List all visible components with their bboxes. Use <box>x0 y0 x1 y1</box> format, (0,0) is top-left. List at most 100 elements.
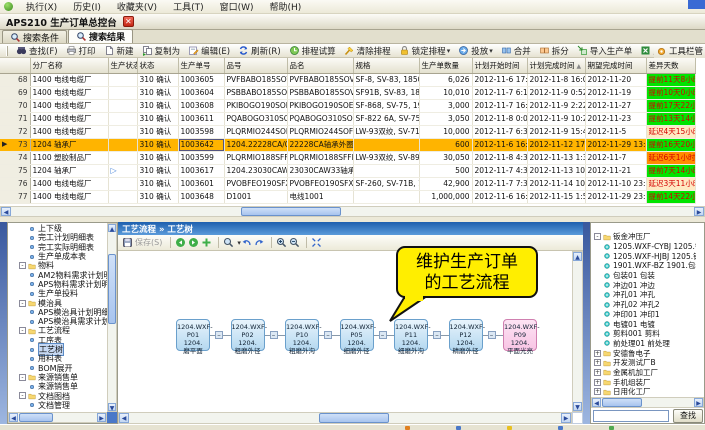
column-header[interactable]: 分厂名称 <box>30 58 108 73</box>
cell-item-name[interactable]: PVFBABO185SOVWT4101 <box>287 73 353 86</box>
cell-factory[interactable]: 1400 电线电缆厂 <box>30 86 108 99</box>
cell-status[interactable]: 310 确认 <box>137 73 178 86</box>
cell-order-no[interactable]: 1003605 <box>178 73 224 86</box>
cell-plan-start[interactable]: 2012-11-6 17:39 <box>472 73 527 86</box>
cell-plan-finish[interactable]: 2012-11-9 15:43 <box>527 125 585 138</box>
toolbar-clear-schedule-button[interactable]: 清除排程 <box>340 45 395 57</box>
cell-plan-finish[interactable]: 2012-11-9 2:22 <box>527 99 585 112</box>
cell-plan-finish[interactable]: 2012-11-14 10:51 <box>527 177 585 190</box>
report-tree-item-3[interactable]: 生产单成本表 <box>8 252 107 261</box>
cell-plan-start[interactable]: 2012-11-7 7:32 <box>472 177 527 190</box>
right-splitter-bar[interactable] <box>583 222 590 424</box>
cell-item-name[interactable]: PLQRMIO188SFFNO1202 <box>287 151 353 164</box>
cell-item-no[interactable]: PLQRMIO244SOFN94502 <box>224 125 287 138</box>
cell-plan-finish[interactable]: 2012-11-8 16:06 <box>527 73 585 86</box>
collapse-icon[interactable]: - <box>19 374 26 381</box>
cell-plan-start[interactable]: 2012-11-7 4:32 <box>472 164 527 177</box>
process-node-1[interactable]: 1204.WXF-P01 1204.磨平面 <box>176 319 210 351</box>
column-header[interactable]: 期望完成时间 <box>585 58 646 73</box>
cell-plan-start[interactable]: 2012-11-6 16:31 <box>472 138 527 151</box>
left-splitter-bar[interactable] <box>0 222 7 424</box>
scroll-right-icon[interactable]: ▶ <box>694 207 704 216</box>
column-header[interactable]: 品号 <box>224 58 287 73</box>
grid-hscroll-thumb[interactable] <box>241 207 341 216</box>
connector-minus-icon[interactable]: – <box>488 331 496 339</box>
column-header[interactable] <box>0 58 30 73</box>
cell-item-name[interactable]: PSBBABO185SOVWO1201 <box>287 86 353 99</box>
cell-status[interactable]: 310 确认 <box>137 151 178 164</box>
cell-expect-finish[interactable]: 2012-11-19 <box>585 86 646 99</box>
cell-factory[interactable]: 1204 轴承厂 <box>30 138 108 151</box>
cell-qty[interactable]: 500 <box>419 164 472 177</box>
cell-factory[interactable]: 1400 电线电缆厂 <box>30 99 108 112</box>
cell-plan-start[interactable]: 2012-11-6 16:31 <box>472 190 527 203</box>
factory-search-button[interactable]: 查找 <box>673 409 703 423</box>
cell-order-no[interactable]: 1003617 <box>178 164 224 177</box>
cell-qty[interactable]: 3,050 <box>419 112 472 125</box>
cell-status[interactable]: 310 确认 <box>137 190 178 203</box>
cell-status[interactable]: 310 确认 <box>137 99 178 112</box>
cell-item-no[interactable]: PVOBFEO190SFXNO1202 <box>224 177 287 190</box>
cell-order-no[interactable]: 1003598 <box>178 125 224 138</box>
table-row[interactable]: 771400 电线电缆厂310 确认1003648D1001电线10011,00… <box>0 190 695 203</box>
canvas-vscrollbar[interactable]: ▲ ▼ <box>572 251 583 412</box>
toolbar-import-order-button[interactable]: 导入生产单 <box>573 45 637 57</box>
cell-qty[interactable]: 30,050 <box>419 151 472 164</box>
collapse-icon[interactable]: - <box>19 327 26 334</box>
table-row[interactable]: 711400 电线电缆厂310 确认1003611PQABOGO310SOENO… <box>0 112 695 125</box>
collapse-icon[interactable]: - <box>594 233 601 240</box>
cell-status[interactable]: 310 确认 <box>137 112 178 125</box>
scroll-left-icon[interactable]: ◀ <box>1 207 11 216</box>
redo-icon[interactable] <box>254 237 265 248</box>
cell-order-no[interactable]: 1003642 <box>178 138 224 151</box>
cell-status[interactable]: 310 确认 <box>137 164 178 177</box>
scroll-left-icon[interactable]: ◀ <box>9 413 18 422</box>
column-header[interactable]: 生产状态 <box>108 58 137 73</box>
toolbar-schedule-calc-button[interactable]: 排程试算 <box>285 45 340 57</box>
collapse-icon[interactable]: - <box>19 262 26 269</box>
cell-plan-start[interactable]: 2012-11-7 6:36 <box>472 125 527 138</box>
cell-item-no[interactable]: D1001 <box>224 190 287 203</box>
cell-expect-finish[interactable]: 2012-11-7 <box>585 151 646 164</box>
add-node-icon[interactable] <box>201 237 212 248</box>
cell-qty[interactable]: 6,026 <box>419 73 472 86</box>
cell-diff-days[interactable]: 提前7天14小时 <box>646 164 695 177</box>
scroll-right-icon[interactable]: ▶ <box>561 413 571 423</box>
cell-plan-finish[interactable]: 2012-11-9 10:29 <box>527 112 585 125</box>
cell-order-no[interactable]: 1003599 <box>178 151 224 164</box>
save-button[interactable]: 保存(S) <box>135 237 162 248</box>
cell-spec[interactable]: SF-822 6A, SV-75, ... <box>353 112 419 125</box>
tab-search-criteria[interactable]: 搜索条件 <box>2 30 67 43</box>
fit-view-icon[interactable] <box>311 237 322 248</box>
factory-tree-hscroll-thumb[interactable] <box>602 398 642 407</box>
toolbar-printer-button[interactable]: 打印 <box>62 45 100 57</box>
toolbar-binoculars-button[interactable]: 查找(F) <box>12 45 62 57</box>
cell-diff-days[interactable]: 提前10天0小时 <box>646 86 695 99</box>
cell-item-no[interactable]: 1204.22228CA/01 <box>224 138 287 151</box>
cell-qty[interactable]: 10,000 <box>419 125 472 138</box>
table-row[interactable]: 741100 塑胶制品厂310 确认1003599PLQRMIO188SFFNO… <box>0 151 695 164</box>
cell-factory[interactable]: 1400 电线电缆厂 <box>30 190 108 203</box>
expand-icon[interactable]: + <box>594 359 601 366</box>
toolbar-edit-button[interactable]: 编辑(E) <box>184 45 234 57</box>
cell-spec[interactable]: LW-93双绞, SV-71-... <box>353 125 419 138</box>
toolbar-merge-button[interactable]: 合并 <box>497 45 535 57</box>
cell-factory[interactable]: 1204 轴承厂 <box>30 164 108 177</box>
scroll-left-icon[interactable]: ◀ <box>592 398 601 407</box>
cell-plan-finish[interactable]: 2012-11-12 17:41 <box>527 138 585 151</box>
cell-expect-finish[interactable]: 2012-11-10 23:00 <box>585 177 646 190</box>
cell-diff-days[interactable]: 提前17天22小时 <box>646 99 695 112</box>
expand-icon[interactable]: + <box>594 379 601 386</box>
close-icon[interactable]: ✕ <box>123 16 134 27</box>
scroll-left-icon[interactable]: ◀ <box>119 413 129 423</box>
cell-plan-finish[interactable]: 2012-11-13 10:32 <box>527 164 585 177</box>
toolbar-split-button[interactable]: 拆分 <box>535 45 573 57</box>
dropdown-caret-icon[interactable]: ▾ <box>447 47 451 55</box>
connector-minus-icon[interactable]: – <box>379 331 387 339</box>
toolbar-release-button[interactable]: 投放▾ <box>454 45 497 57</box>
dropdown-caret-icon[interactable]: ▾ <box>489 47 493 55</box>
zoom-out-icon[interactable] <box>289 237 300 248</box>
process-node-4[interactable]: 1204.WXF-P05 1204.细磨外径 <box>340 319 374 351</box>
menu-item-0[interactable]: 执行(X) <box>19 0 64 13</box>
nav-forward-icon[interactable] <box>188 237 199 248</box>
